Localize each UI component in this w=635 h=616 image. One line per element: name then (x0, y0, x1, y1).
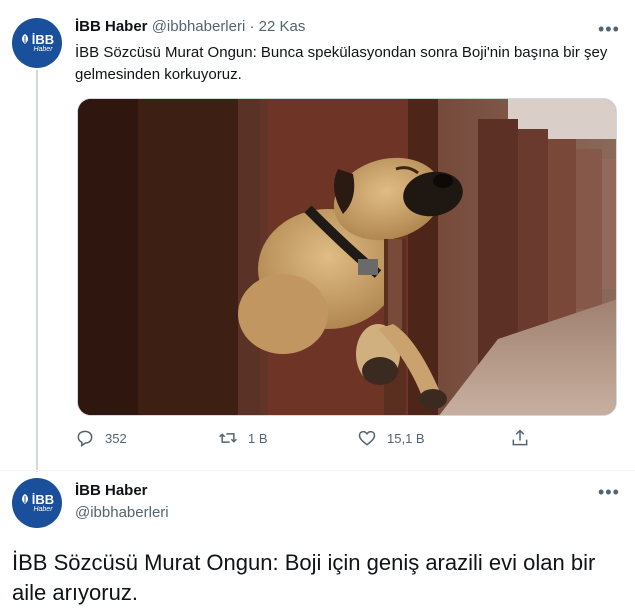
retweet-count: 1 B (248, 430, 268, 446)
avatar-logo-text: İBB (31, 31, 55, 47)
reply-count: 352 (105, 430, 127, 446)
display-name[interactable]: İBB Haber (75, 18, 148, 35)
avatar[interactable]: İBB Haber (12, 478, 62, 528)
more-dots-icon[interactable]: ••• (598, 483, 620, 501)
tweet-actions: 352 1 B 15,1 B (75, 428, 535, 454)
more-dots-icon[interactable]: ••• (598, 20, 620, 38)
tweet-time[interactable]: 22 Kas (259, 18, 306, 35)
retweet-icon (219, 433, 237, 443)
avatar-logo-text: İBB (31, 491, 55, 507)
avatar-logo-subtext: Haber (33, 45, 53, 53)
retweet-button[interactable]: 1 B (218, 428, 268, 448)
like-count: 15,1 B (387, 430, 425, 446)
user-handle[interactable]: @ibbhaberleri (152, 18, 246, 35)
tulip-icon (21, 494, 28, 504)
separator-dot: · (249, 18, 255, 35)
reply-icon (77, 430, 93, 447)
avatar[interactable]: İBB Haber (12, 18, 62, 68)
share-button[interactable] (510, 428, 530, 448)
ibb-logo: İBB (20, 33, 54, 46)
photo-sleeping-dog (78, 99, 616, 415)
tweet-header: İBB Haber @ibbhaberleri · 22 Kas (75, 18, 305, 35)
like-button[interactable]: 15,1 B (357, 428, 425, 448)
tweet-divider (0, 470, 635, 471)
avatar-logo-subtext: Haber (33, 505, 53, 513)
tweet-text: İBB Sözcüsü Murat Ongun: Bunca spekülasy… (75, 44, 608, 83)
heart-icon (358, 430, 376, 446)
user-handle[interactable]: @ibbhaberleri (75, 504, 169, 521)
tulip-icon (21, 34, 28, 44)
reply-button[interactable]: 352 (75, 428, 127, 448)
tweet-photo[interactable] (77, 98, 617, 416)
thread-connector (36, 70, 38, 472)
share-icon (512, 429, 528, 446)
tweet-text: İBB Sözcüsü Murat Ongun: Boji için geniş… (12, 550, 596, 605)
ibb-logo: İBB (20, 493, 54, 506)
display-name[interactable]: İBB Haber (75, 482, 148, 499)
